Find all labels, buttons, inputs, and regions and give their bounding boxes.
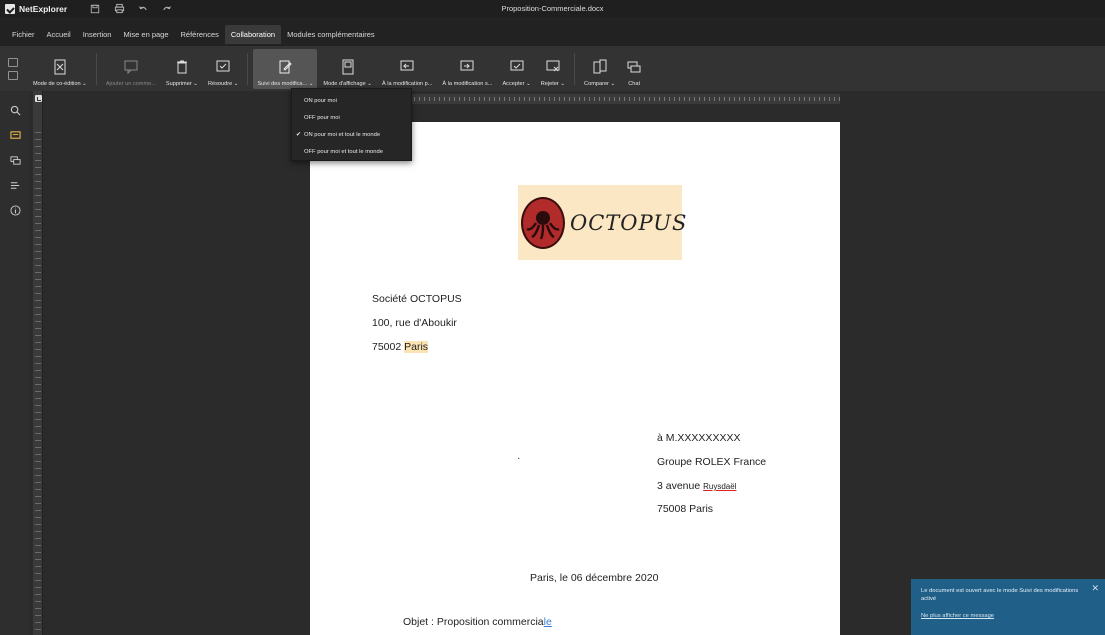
add-comment-button[interactable]: Ajouter un comme...: [102, 49, 160, 89]
ribbon-separator: [247, 52, 249, 85]
sender-company: Société OCTOPUS: [372, 293, 462, 305]
track-changes-button[interactable]: Suivi des modifica... ⌄: [253, 48, 318, 89]
ribbon-separator: [95, 52, 97, 85]
octopus-logo-icon: [521, 196, 565, 249]
previous-change-button[interactable]: À la modification p...: [378, 49, 436, 89]
notification-toast: Le document est ouvert avec le mode Suiv…: [911, 579, 1105, 635]
chat-icon: [625, 58, 643, 76]
display-mode-button[interactable]: Mode d'affichage ⌄: [319, 49, 376, 89]
accept-button[interactable]: Accepter ⌄: [498, 49, 534, 89]
navigation-icon[interactable]: [0, 173, 30, 198]
app-logo-icon: [5, 3, 15, 14]
reject-button[interactable]: Rejeter ⌄: [537, 49, 569, 89]
ribbon-side-buttons: [8, 57, 18, 80]
checkmark-icon: ✔: [296, 132, 302, 138]
resolve-icon: [214, 58, 232, 76]
delete-button[interactable]: Supprimer ⌄: [162, 49, 202, 89]
accept-icon: [508, 58, 526, 76]
ribbon-separator: [574, 52, 576, 85]
dropdown-item-off-everyone[interactable]: OFF pour moi et tout le monde: [292, 144, 411, 161]
resolve-button[interactable]: Résoudre ⌄: [204, 49, 243, 89]
track-changes-icon: [276, 58, 294, 76]
copy-icon[interactable]: [8, 57, 18, 67]
toast-message: Le document est ouvert avec le mode Suiv…: [921, 588, 1079, 602]
menu-bar: Fichier Accueil Insertion Mise en page R…: [0, 17, 1105, 46]
menu-references[interactable]: Références: [175, 25, 225, 44]
menu-modules[interactable]: Modules complémentaires: [281, 25, 381, 44]
print-icon[interactable]: [113, 3, 125, 15]
vertical-ruler-ticks: [35, 126, 41, 635]
display-mode-icon: [339, 58, 357, 76]
ribbon-toolbar: Mode de co-édition ⌄ Ajouter un comme...…: [0, 46, 1105, 91]
coedit-mode-button[interactable]: Mode de co-édition ⌄: [29, 49, 91, 89]
search-icon[interactable]: [0, 98, 30, 123]
previous-change-icon: [398, 58, 416, 76]
menu-fichier[interactable]: Fichier: [6, 25, 41, 44]
tab-stop-icon[interactable]: [35, 95, 42, 102]
info-icon[interactable]: [0, 198, 30, 223]
title-bar: NetExplorer Proposition-Commerciale.docx: [0, 0, 1105, 17]
sender-city-line: 75002 Paris: [372, 341, 429, 353]
highlighted-word: Paris: [404, 341, 429, 353]
paste-icon[interactable]: [8, 70, 18, 80]
app-name: NetExplorer: [19, 3, 68, 14]
trash-icon: [173, 58, 191, 76]
next-change-icon: [458, 58, 476, 76]
company-logo: OCTOPUS: [518, 185, 686, 260]
toast-dismiss-link[interactable]: Ne plus afficher ce message: [921, 613, 1095, 619]
recipient-city: 75008 Paris: [657, 503, 714, 515]
undo-icon[interactable]: [137, 3, 149, 15]
menu-collaboration[interactable]: Collaboration: [224, 25, 282, 44]
dropdown-item-on-me[interactable]: ON pour moi: [292, 93, 411, 110]
menu-mise-en-page[interactable]: Mise en page: [117, 25, 174, 44]
logo-text: OCTOPUS: [570, 210, 688, 235]
reject-icon: [544, 58, 562, 76]
track-changes-dropdown: ON pour moi OFF pour moi ✔ ON pour moi et…: [291, 88, 412, 161]
dropdown-item-off-me[interactable]: OFF pour moi: [292, 110, 411, 127]
horizontal-ruler-ticks: [410, 97, 840, 101]
document-page[interactable]: OCTOPUS Société OCTOPUS 100, rue d'Abouk…: [310, 122, 840, 635]
compare-icon: [591, 58, 609, 76]
letter-date: Paris, le 06 décembre 2020: [530, 572, 659, 584]
chat-button[interactable]: Chat: [621, 49, 647, 89]
next-change-button[interactable]: À la modification s...: [438, 49, 496, 89]
recipient-company: Groupe ROLEX France: [657, 456, 767, 468]
compare-button[interactable]: Comparer ⌄: [580, 49, 619, 89]
menu-insertion[interactable]: Insertion: [77, 25, 118, 44]
comments-panel-icon[interactable]: [0, 123, 30, 148]
sender-street: 100, rue d'Aboukir: [372, 317, 457, 329]
menu-accueil[interactable]: Accueil: [41, 25, 77, 44]
tracked-change-mark: le: [543, 616, 552, 628]
comment-icon: [122, 58, 140, 76]
stray-dot: ·: [517, 452, 521, 464]
save-icon[interactable]: [89, 3, 101, 15]
left-sidebar: [0, 91, 30, 635]
letter-object: Objet : Proposition commerciale: [403, 616, 552, 628]
chat-panel-icon[interactable]: [0, 148, 30, 173]
close-icon[interactable]: ✕: [1091, 583, 1099, 594]
redo-icon[interactable]: [161, 3, 173, 15]
recipient-street: 3 avenue Ruysdaël: [657, 480, 737, 492]
coedit-icon: [51, 58, 69, 76]
misspelled-word: Ruysdaël: [703, 482, 737, 491]
recipient-name: à M.XXXXXXXXX: [657, 432, 741, 444]
dropdown-item-on-everyone[interactable]: ✔ ON pour moi et tout le monde: [292, 127, 411, 144]
